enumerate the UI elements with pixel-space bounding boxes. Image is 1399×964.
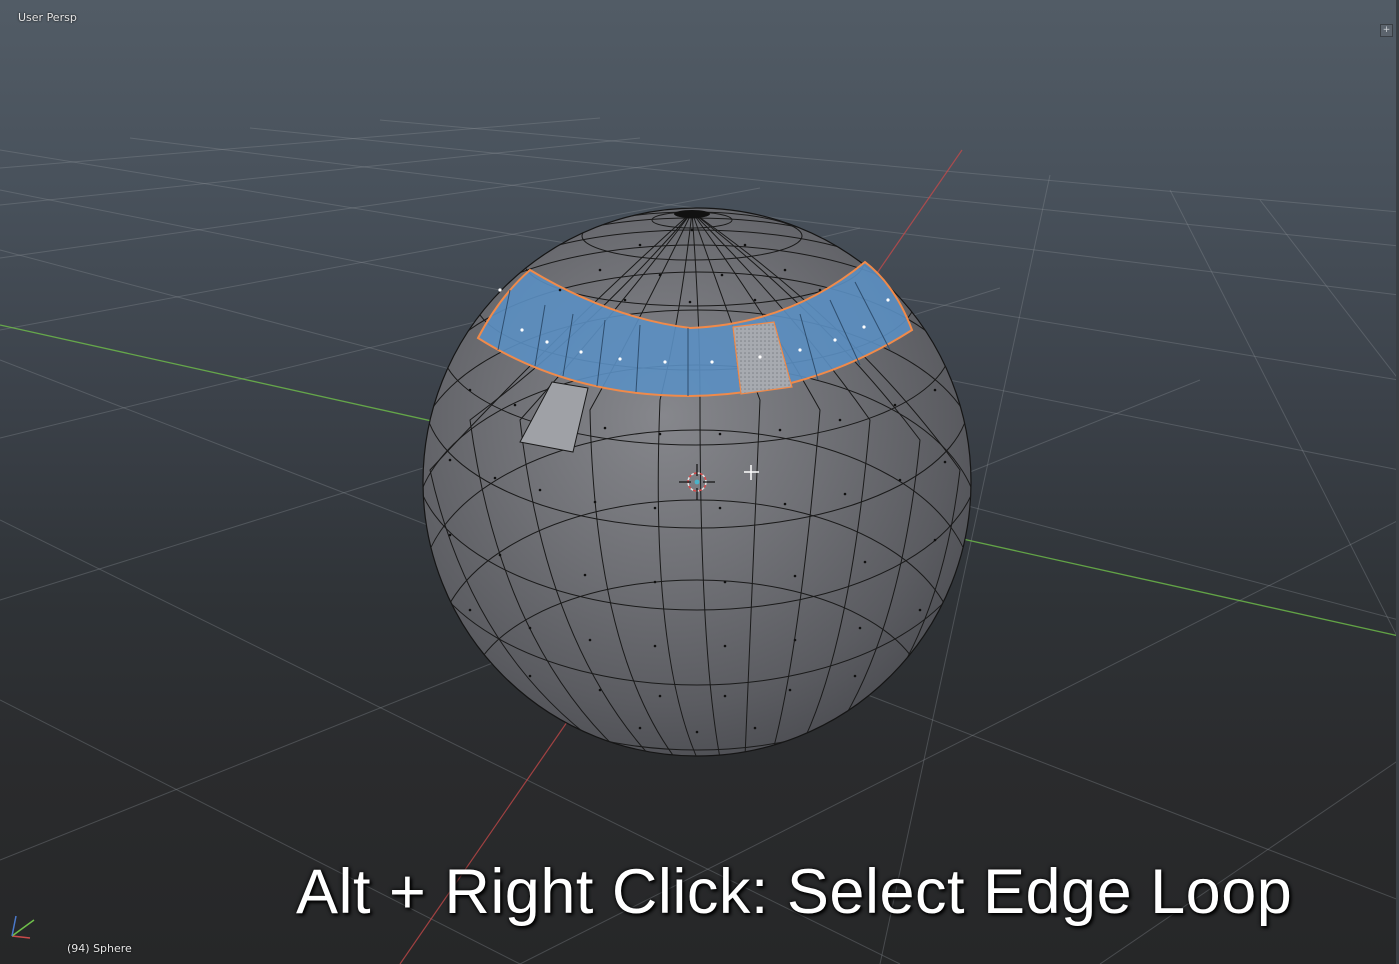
sphere-mesh[interactable] bbox=[415, 207, 979, 820]
active-object-label: (94) Sphere bbox=[67, 942, 132, 955]
viewport-scene[interactable] bbox=[0, 0, 1399, 964]
sphere-pole bbox=[674, 210, 710, 218]
3d-viewport[interactable]: User Persp + (94) Sphere Alt + Right Cli… bbox=[0, 0, 1399, 964]
viewport-split-plus-icon[interactable]: + bbox=[1380, 24, 1393, 37]
view-mode-label: User Persp bbox=[18, 11, 77, 24]
gizmo-x-axis bbox=[11, 935, 31, 939]
tutorial-caption: Alt + Right Click: Select Edge Loop bbox=[296, 857, 1293, 927]
axis-gizmo bbox=[11, 915, 35, 939]
